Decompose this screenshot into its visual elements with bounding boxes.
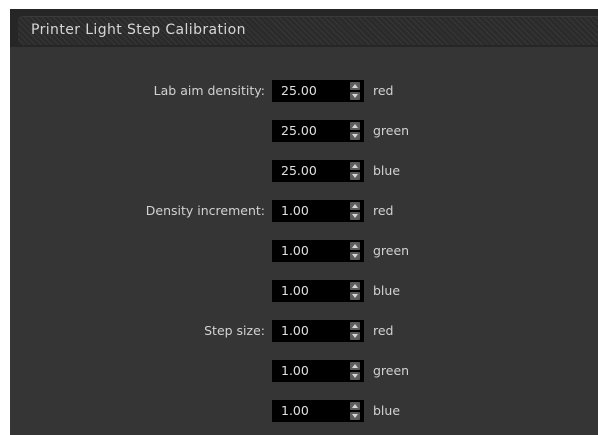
decrement-icon[interactable] <box>350 172 360 180</box>
decrement-icon[interactable] <box>350 372 360 380</box>
decrement-icon[interactable] <box>350 292 360 300</box>
step-size-red-spinner[interactable] <box>350 322 360 340</box>
channel-label-blue: blue <box>373 403 401 418</box>
density-increment-blue-spinner[interactable] <box>350 282 360 300</box>
decrement-icon[interactable] <box>350 212 360 220</box>
lab-aim-density-red-spinner[interactable] <box>350 82 360 100</box>
density-increment-label: Density increment: <box>145 203 265 218</box>
increment-icon[interactable] <box>350 322 360 330</box>
increment-icon[interactable] <box>350 242 360 250</box>
step-size-blue-spinner[interactable] <box>350 402 360 420</box>
step-size-label: Step size: <box>204 323 265 338</box>
increment-icon[interactable] <box>350 282 360 290</box>
increment-icon[interactable] <box>350 162 360 170</box>
density-increment-red-spinner[interactable] <box>350 202 360 220</box>
channel-label-red: red <box>373 203 394 218</box>
increment-icon[interactable] <box>350 82 360 90</box>
decrement-icon[interactable] <box>350 332 360 340</box>
channel-label-green: green <box>373 243 410 258</box>
channel-label-red: red <box>373 83 394 98</box>
channel-label-green: green <box>373 123 410 138</box>
calibration-panel: Printer Light Step Calibration Lab aim d… <box>10 9 598 435</box>
lab-aim-density-label: Lab aim densitity: <box>153 83 265 98</box>
increment-icon[interactable] <box>350 202 360 210</box>
decrement-icon[interactable] <box>350 412 360 420</box>
lab-aim-density-blue-spinner[interactable] <box>350 162 360 180</box>
lab-aim-density-green-spinner[interactable] <box>350 122 360 140</box>
increment-icon[interactable] <box>350 122 360 130</box>
decrement-icon[interactable] <box>350 92 360 100</box>
panel-title: Printer Light Step Calibration <box>31 22 246 38</box>
decrement-icon[interactable] <box>350 132 360 140</box>
channel-label-red: red <box>373 323 394 338</box>
step-size-green-spinner[interactable] <box>350 362 360 380</box>
decrement-icon[interactable] <box>350 252 360 260</box>
channel-label-blue: blue <box>373 283 401 298</box>
channel-label-green: green <box>373 363 410 378</box>
density-increment-green-spinner[interactable] <box>350 242 360 260</box>
increment-icon[interactable] <box>350 402 360 410</box>
channel-label-blue: blue <box>373 163 401 178</box>
increment-icon[interactable] <box>350 362 360 370</box>
